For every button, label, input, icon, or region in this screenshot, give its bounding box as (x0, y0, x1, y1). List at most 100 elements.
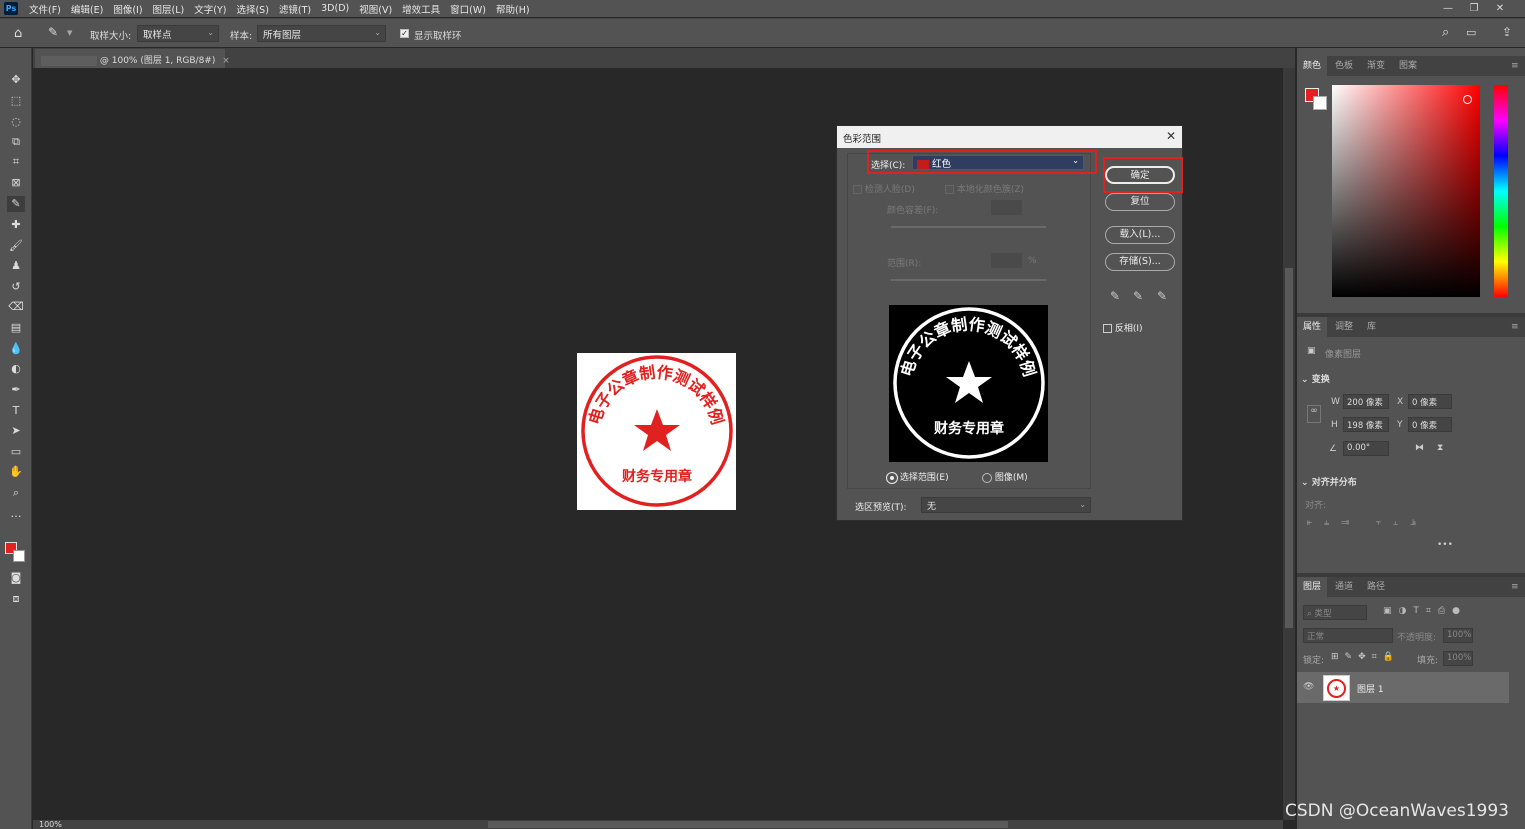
eyedropper-tool-icon[interactable]: ✎ (7, 196, 25, 212)
layer-row[interactable]: 👁 ★ 图层 1 (1297, 672, 1509, 703)
sample-select[interactable]: 所有图层 ⌄ (257, 25, 386, 42)
align-buttons[interactable]: ⫦⫨⫥ ⫟⫠⫡ (1307, 518, 1428, 528)
tab-paths[interactable]: 路径 (1361, 577, 1391, 597)
tab-patterns[interactable]: 图案 (1393, 56, 1423, 76)
object-select-tool-icon[interactable]: ⧉ (7, 134, 25, 150)
close-icon[interactable]: ✕ (1166, 129, 1176, 143)
range-slider[interactable] (891, 279, 1046, 281)
eyedropper-plus-icon[interactable]: ✎ (1133, 289, 1143, 303)
fill-field[interactable]: 100% (1443, 651, 1473, 666)
sample-size-select[interactable]: 取样点 ⌄ (137, 25, 219, 42)
lasso-tool-icon[interactable]: ◌ (7, 114, 25, 130)
search-icon[interactable]: ⌕ (1442, 25, 1449, 40)
menu-help[interactable]: 帮助(H) (491, 2, 535, 16)
tab-adjustments[interactable]: 调整 (1329, 317, 1359, 337)
localized-checkbox[interactable]: 本地化颜色簇(Z) (945, 182, 1024, 195)
brush-tool-icon[interactable]: 🖌 (7, 238, 25, 254)
radio-image[interactable]: 图像(M) (982, 470, 1028, 483)
clone-stamp-tool-icon[interactable]: ♟ (7, 258, 25, 274)
menu-select[interactable]: 选择(S) (231, 2, 273, 16)
close-tab-icon[interactable]: × (222, 56, 230, 66)
document-tab[interactable]: @ 100% (图层 1, RGB/8#) × (35, 49, 230, 68)
hand-tool-icon[interactable]: ✋ (7, 464, 25, 480)
height-field[interactable]: 198 像素 (1343, 417, 1389, 432)
scroll-thumb[interactable] (1285, 268, 1293, 628)
restore-icon[interactable]: ❐ (1461, 0, 1487, 17)
detect-faces-checkbox[interactable]: 检测人脸(D) (853, 182, 915, 195)
marquee-tool-icon[interactable]: ⬚ (7, 93, 25, 109)
type-tool-icon[interactable]: T (7, 403, 25, 419)
angle-field[interactable]: 0.00° (1343, 441, 1389, 456)
zoom-level[interactable]: 100% (39, 820, 62, 829)
tab-color[interactable]: 颜色 (1297, 56, 1328, 76)
minimize-icon[interactable]: — (1435, 0, 1461, 17)
background-color-swatch[interactable] (13, 550, 25, 562)
layer-name[interactable]: 图层 1 (1357, 682, 1384, 695)
close-icon[interactable]: ✕ (1487, 0, 1513, 17)
tab-layers[interactable]: 图层 (1297, 577, 1328, 597)
width-field[interactable]: 200 像素 (1343, 394, 1389, 409)
more-tools-icon[interactable]: … (7, 506, 25, 522)
transform-heading[interactable]: ⌄ 变换 (1301, 372, 1330, 385)
save-button[interactable]: 存储(S)... (1105, 253, 1175, 271)
layer-kind-filter[interactable]: ⌕ 类型 (1303, 605, 1367, 620)
horizontal-scroll-thumb[interactable] (488, 821, 1008, 828)
y-field[interactable]: 0 像素 (1408, 417, 1452, 432)
menu-image[interactable]: 图像(I) (108, 2, 147, 16)
tab-properties[interactable]: 属性 (1297, 317, 1328, 337)
canvas-scrollbar[interactable] (1283, 68, 1295, 820)
tab-libraries[interactable]: 库 (1361, 317, 1382, 337)
pen-tool-icon[interactable]: ✒ (7, 382, 25, 398)
history-brush-tool-icon[interactable]: ↺ (7, 279, 25, 295)
path-select-tool-icon[interactable]: ➤ (7, 423, 25, 439)
menu-view[interactable]: 视图(V) (354, 2, 397, 16)
move-tool-icon[interactable]: ✥ (7, 72, 25, 88)
frame-tool-icon[interactable]: ⊠ (7, 175, 25, 191)
show-ring-checkbox[interactable] (400, 28, 409, 39)
quick-mask-icon[interactable]: ◙ (7, 570, 25, 586)
panel-menu-icon[interactable]: ≡ (1505, 577, 1525, 597)
panel-menu-icon[interactable]: ≡ (1505, 56, 1525, 76)
healing-brush-tool-icon[interactable]: ✚ (7, 217, 25, 233)
flip-vertical-icon[interactable]: ⧗ (1437, 443, 1443, 453)
layer-filter-icons[interactable]: ▣◑T⌗⎙● (1383, 606, 1467, 616)
menu-file[interactable]: 文件(F) (24, 2, 66, 16)
menu-window[interactable]: 窗口(W) (445, 2, 491, 16)
dodge-tool-icon[interactable]: ◐ (7, 361, 25, 377)
panel-menu-icon[interactable]: ≡ (1505, 317, 1525, 337)
reset-button[interactable]: 复位 (1105, 193, 1175, 211)
zoom-tool-icon[interactable]: ⌕ (7, 485, 25, 501)
crop-tool-icon[interactable]: ⌗ (7, 154, 25, 170)
share-icon[interactable]: ⇪ (1502, 25, 1512, 39)
fuzziness-field[interactable] (991, 200, 1022, 215)
blur-tool-icon[interactable]: 💧 (7, 341, 25, 357)
preview-select[interactable]: 无 ⌄ (921, 497, 1091, 513)
hue-slider[interactable] (1494, 85, 1508, 297)
tab-channels[interactable]: 通道 (1329, 577, 1359, 597)
eye-icon[interactable]: 👁 (1303, 682, 1314, 692)
load-button[interactable]: 载入(L)... (1105, 226, 1175, 244)
radio-selection[interactable]: 选择范围(E) (887, 470, 949, 483)
screen-mode-icon[interactable]: ⧈ (7, 591, 25, 607)
eyedropper-icon[interactable]: ✎ (48, 25, 58, 39)
panel-background-swatch[interactable] (1313, 96, 1327, 110)
x-field[interactable]: 0 像素 (1408, 394, 1452, 409)
eraser-tool-icon[interactable]: ⌫ (7, 299, 25, 315)
range-field[interactable] (991, 253, 1022, 268)
more-options-icon[interactable]: ••• (1437, 540, 1453, 550)
flip-horizontal-icon[interactable]: ⧓ (1415, 443, 1424, 453)
menu-3d[interactable]: 3D(D) (316, 3, 354, 14)
tab-gradients[interactable]: 渐变 (1361, 56, 1391, 76)
menu-layer[interactable]: 图层(L) (148, 2, 190, 16)
blend-mode-select[interactable]: 正常 (1303, 628, 1393, 643)
eyedropper-minus-icon[interactable]: ✎ (1157, 289, 1167, 303)
rectangle-tool-icon[interactable]: ▭ (7, 444, 25, 460)
color-picker-cursor[interactable] (1463, 95, 1472, 104)
opacity-field[interactable]: 100% (1443, 628, 1473, 643)
link-icon[interactable]: ∞ (1307, 405, 1321, 423)
align-heading[interactable]: ⌄ 对齐并分布 (1301, 475, 1357, 488)
tab-swatches[interactable]: 色板 (1329, 56, 1359, 76)
menu-edit[interactable]: 编辑(E) (66, 2, 108, 16)
gradient-tool-icon[interactable]: ▤ (7, 320, 25, 336)
menu-type[interactable]: 文字(Y) (189, 2, 231, 16)
